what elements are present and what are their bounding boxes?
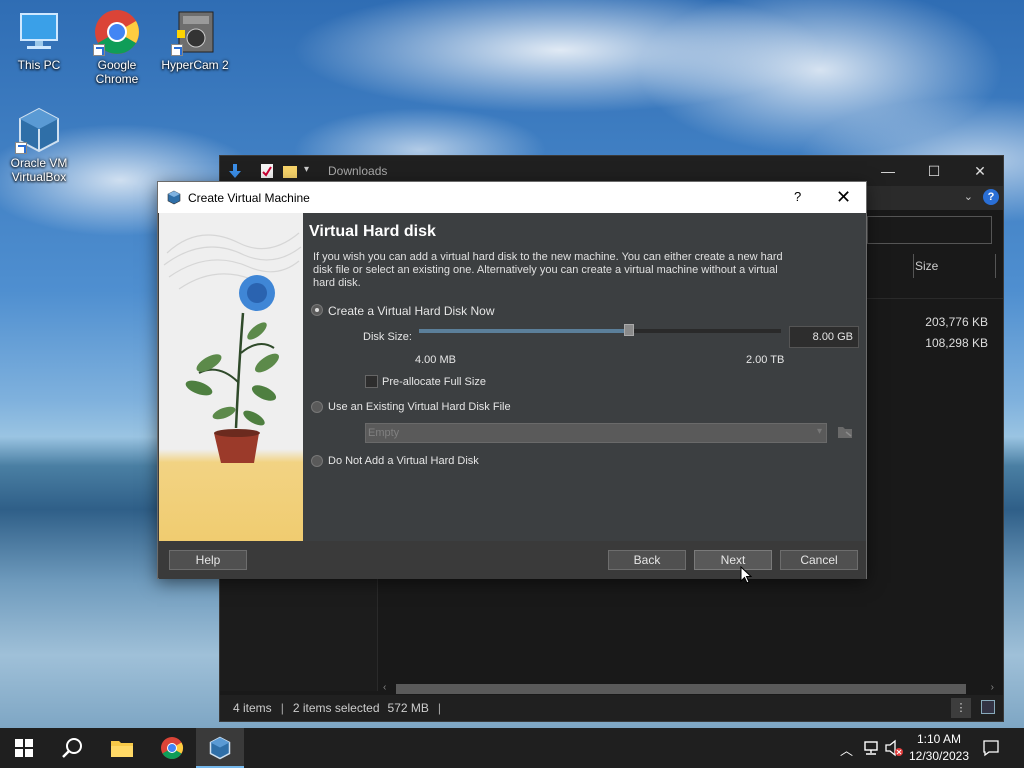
taskbar-file-explorer[interactable] (98, 728, 146, 768)
explorer-search-box[interactable] (867, 216, 992, 244)
scrollbar-thumb[interactable] (396, 684, 966, 694)
radio-existing-disk-label[interactable]: Use an Existing Virtual Hard Disk File (328, 401, 511, 413)
page-title: Virtual Hard disk (309, 223, 436, 240)
file-size-cell[interactable]: 203,776 KB (910, 315, 988, 329)
status-separator: | (280, 701, 284, 715)
preallocate-checkbox[interactable] (365, 375, 378, 388)
combobox-value: Empty (368, 427, 400, 439)
properties-icon[interactable] (260, 163, 274, 179)
shortcut-arrow-icon (171, 44, 183, 56)
help-button[interactable]: Help (169, 550, 247, 570)
page-description: If you wish you can add a virtual hard d… (313, 251, 783, 289)
existing-disk-combobox[interactable]: Empty ▾ (365, 423, 827, 443)
status-separator: | (437, 701, 442, 715)
taskbar-virtualbox[interactable] (196, 728, 244, 768)
radio-no-disk-label[interactable]: Do Not Add a Virtual Hard Disk (328, 455, 479, 467)
radio-create-disk-label[interactable]: Create a Virtual Hard Disk Now (328, 304, 495, 318)
wizard-page: Virtual Hard disk If you wish you can ad… (303, 213, 866, 541)
close-button[interactable]: ✕ (957, 156, 1003, 186)
chrome-icon (93, 8, 141, 56)
slider-handle[interactable] (624, 324, 634, 336)
shortcut-arrow-icon (15, 142, 27, 154)
slider-fill (419, 329, 629, 333)
slider-max-label: 2.00 TB (746, 354, 785, 366)
dialog-button-bar: Help Back Next Cancel (159, 541, 866, 579)
disk-size-input[interactable]: 8.00 GB (789, 326, 859, 348)
desktop-icon-hypercam[interactable]: HyperCam 2 (158, 8, 232, 72)
system-clock[interactable]: 1:10 AM 12/30/2023 (908, 731, 970, 765)
desktop-icon-this-pc[interactable]: This PC (2, 8, 76, 72)
monitor-icon (15, 8, 63, 56)
cancel-button[interactable]: Cancel (780, 550, 858, 570)
status-selected-size: 572 MB (387, 701, 429, 715)
tray-overflow-chevron-icon[interactable]: ︿ (840, 740, 853, 759)
virtualbox-icon (15, 106, 63, 154)
large-icons-view-icon[interactable] (981, 700, 995, 714)
desktop-icon-virtualbox[interactable]: Oracle VM VirtualBox (2, 106, 76, 184)
windows-logo-icon (15, 739, 33, 757)
new-folder-icon[interactable] (282, 163, 298, 179)
create-vm-dialog[interactable]: Create Virtual Machine ? ✕ Virtual Hard … (157, 181, 867, 579)
file-size-cell[interactable]: 108,298 KB (910, 336, 988, 350)
next-button[interactable]: Next (694, 550, 772, 570)
start-button[interactable] (0, 728, 48, 768)
column-header-size[interactable]: Size (915, 259, 938, 273)
back-button[interactable]: Back (608, 550, 686, 570)
scroll-left-icon[interactable]: ‹ (383, 682, 386, 693)
status-item-count: 4 items (233, 701, 272, 715)
desktop-icon-label: This PC (17, 58, 61, 72)
search-button[interactable] (48, 728, 96, 768)
details-view-icon[interactable]: ⋮ (951, 698, 971, 718)
quick-access-dropdown-icon[interactable]: ▾ (304, 164, 309, 175)
radio-no-disk[interactable] (311, 455, 323, 467)
choose-disk-folder-icon[interactable] (837, 425, 853, 439)
ribbon-expand-icon[interactable]: ⌄ (964, 190, 973, 203)
minimize-button[interactable]: — (865, 156, 911, 186)
dialog-close-button[interactable]: ✕ (836, 187, 851, 208)
disk-size-label: Disk Size: (363, 331, 412, 343)
radio-create-disk[interactable] (311, 304, 323, 316)
search-icon (62, 738, 82, 758)
status-selected-count: 2 items selected (292, 701, 380, 715)
folder-icon (111, 741, 133, 757)
wizard-illustration (159, 213, 303, 541)
download-arrow-icon (229, 164, 241, 178)
flower-pot-illustration (163, 232, 302, 463)
virtualbox-icon (209, 736, 231, 760)
dialog-titlebar[interactable]: Create Virtual Machine ? ✕ (158, 182, 866, 213)
radio-existing-disk[interactable] (311, 401, 323, 413)
context-help-button[interactable]: ? (794, 189, 801, 204)
dialog-title: Create Virtual Machine (188, 190, 310, 205)
hypercam-icon (171, 8, 219, 56)
maximize-button[interactable]: ☐ (911, 156, 957, 186)
chevron-down-icon: ▾ (816, 426, 822, 437)
desktop-icon-label: HyperCam 2 (161, 58, 229, 72)
virtualbox-icon (167, 190, 181, 205)
help-icon[interactable]: ? (983, 189, 999, 205)
taskbar-chrome[interactable] (148, 728, 196, 768)
desktop-icon-label: Google Chrome (95, 58, 139, 86)
desktop-icon-chrome[interactable]: Google Chrome (80, 8, 154, 86)
explorer-title: Downloads (328, 164, 388, 178)
slider-min-label: 4.00 MB (415, 354, 456, 366)
desktop-icon-label: Oracle VM VirtualBox (10, 156, 68, 184)
clock-date: 12/30/2023 (908, 749, 970, 763)
action-center-icon[interactable] (982, 739, 1000, 757)
taskbar: ︿ 1:10 AM 12/30/2023 (0, 728, 1024, 768)
scroll-right-icon[interactable]: › (991, 682, 994, 693)
volume-muted-icon[interactable] (884, 739, 904, 757)
column-divider[interactable] (913, 254, 914, 278)
shortcut-arrow-icon (93, 44, 105, 56)
network-icon[interactable] (862, 740, 880, 756)
chrome-icon (161, 737, 183, 759)
explorer-statusbar: 4 items | 2 items selected 572 MB | ⋮ (220, 695, 1003, 721)
mouse-cursor-icon (740, 566, 752, 584)
column-divider[interactable] (995, 254, 996, 278)
preallocate-label[interactable]: Pre-allocate Full Size (382, 376, 486, 388)
clock-time: 1:10 AM (916, 732, 962, 746)
disk-size-slider[interactable] (419, 324, 781, 336)
